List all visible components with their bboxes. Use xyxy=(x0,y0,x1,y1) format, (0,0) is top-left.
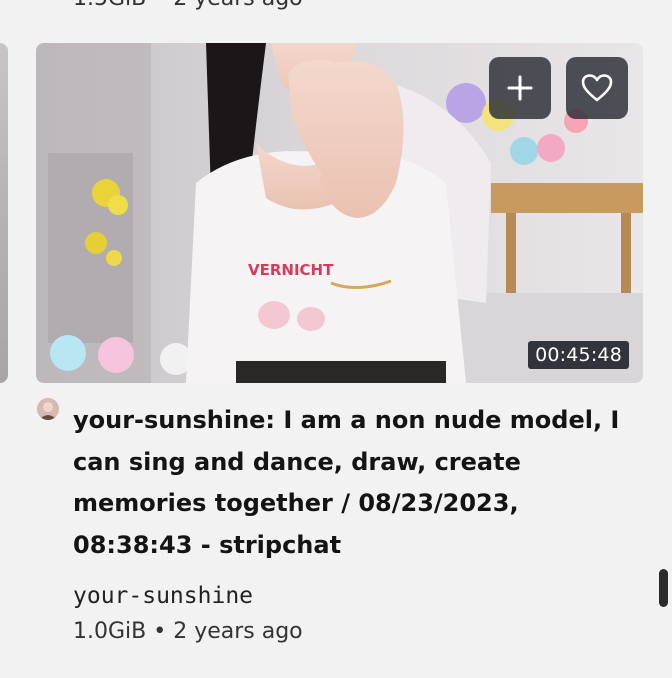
duration-badge: 00:45:48 xyxy=(528,341,629,369)
video-meta: 1.0GiB • 2 years ago xyxy=(73,619,303,644)
shirt-print-text: VERNICHT xyxy=(248,261,334,279)
previous-video-meta: 1.5GiB • 2 years ago xyxy=(73,0,303,11)
thumbnail-image: VERNICHT xyxy=(36,43,643,383)
video-feed: 1.5GiB • 2 years ago xyxy=(0,0,672,678)
heart-icon xyxy=(581,74,613,102)
channel-name[interactable]: your-sunshine xyxy=(73,583,253,609)
video-thumbnail[interactable]: VERNICHT 00:45:48 xyxy=(36,43,643,383)
add-to-playlist-button[interactable] xyxy=(489,57,551,119)
previous-video-thumbnail[interactable] xyxy=(0,43,8,383)
plus-icon xyxy=(507,75,533,101)
favorite-button[interactable] xyxy=(566,57,628,119)
scrollbar-thumb[interactable] xyxy=(659,569,668,607)
channel-avatar[interactable] xyxy=(37,398,59,420)
video-title[interactable]: your-sunshine: I am a non nude model, I … xyxy=(73,400,643,566)
avatar-image xyxy=(37,398,59,420)
